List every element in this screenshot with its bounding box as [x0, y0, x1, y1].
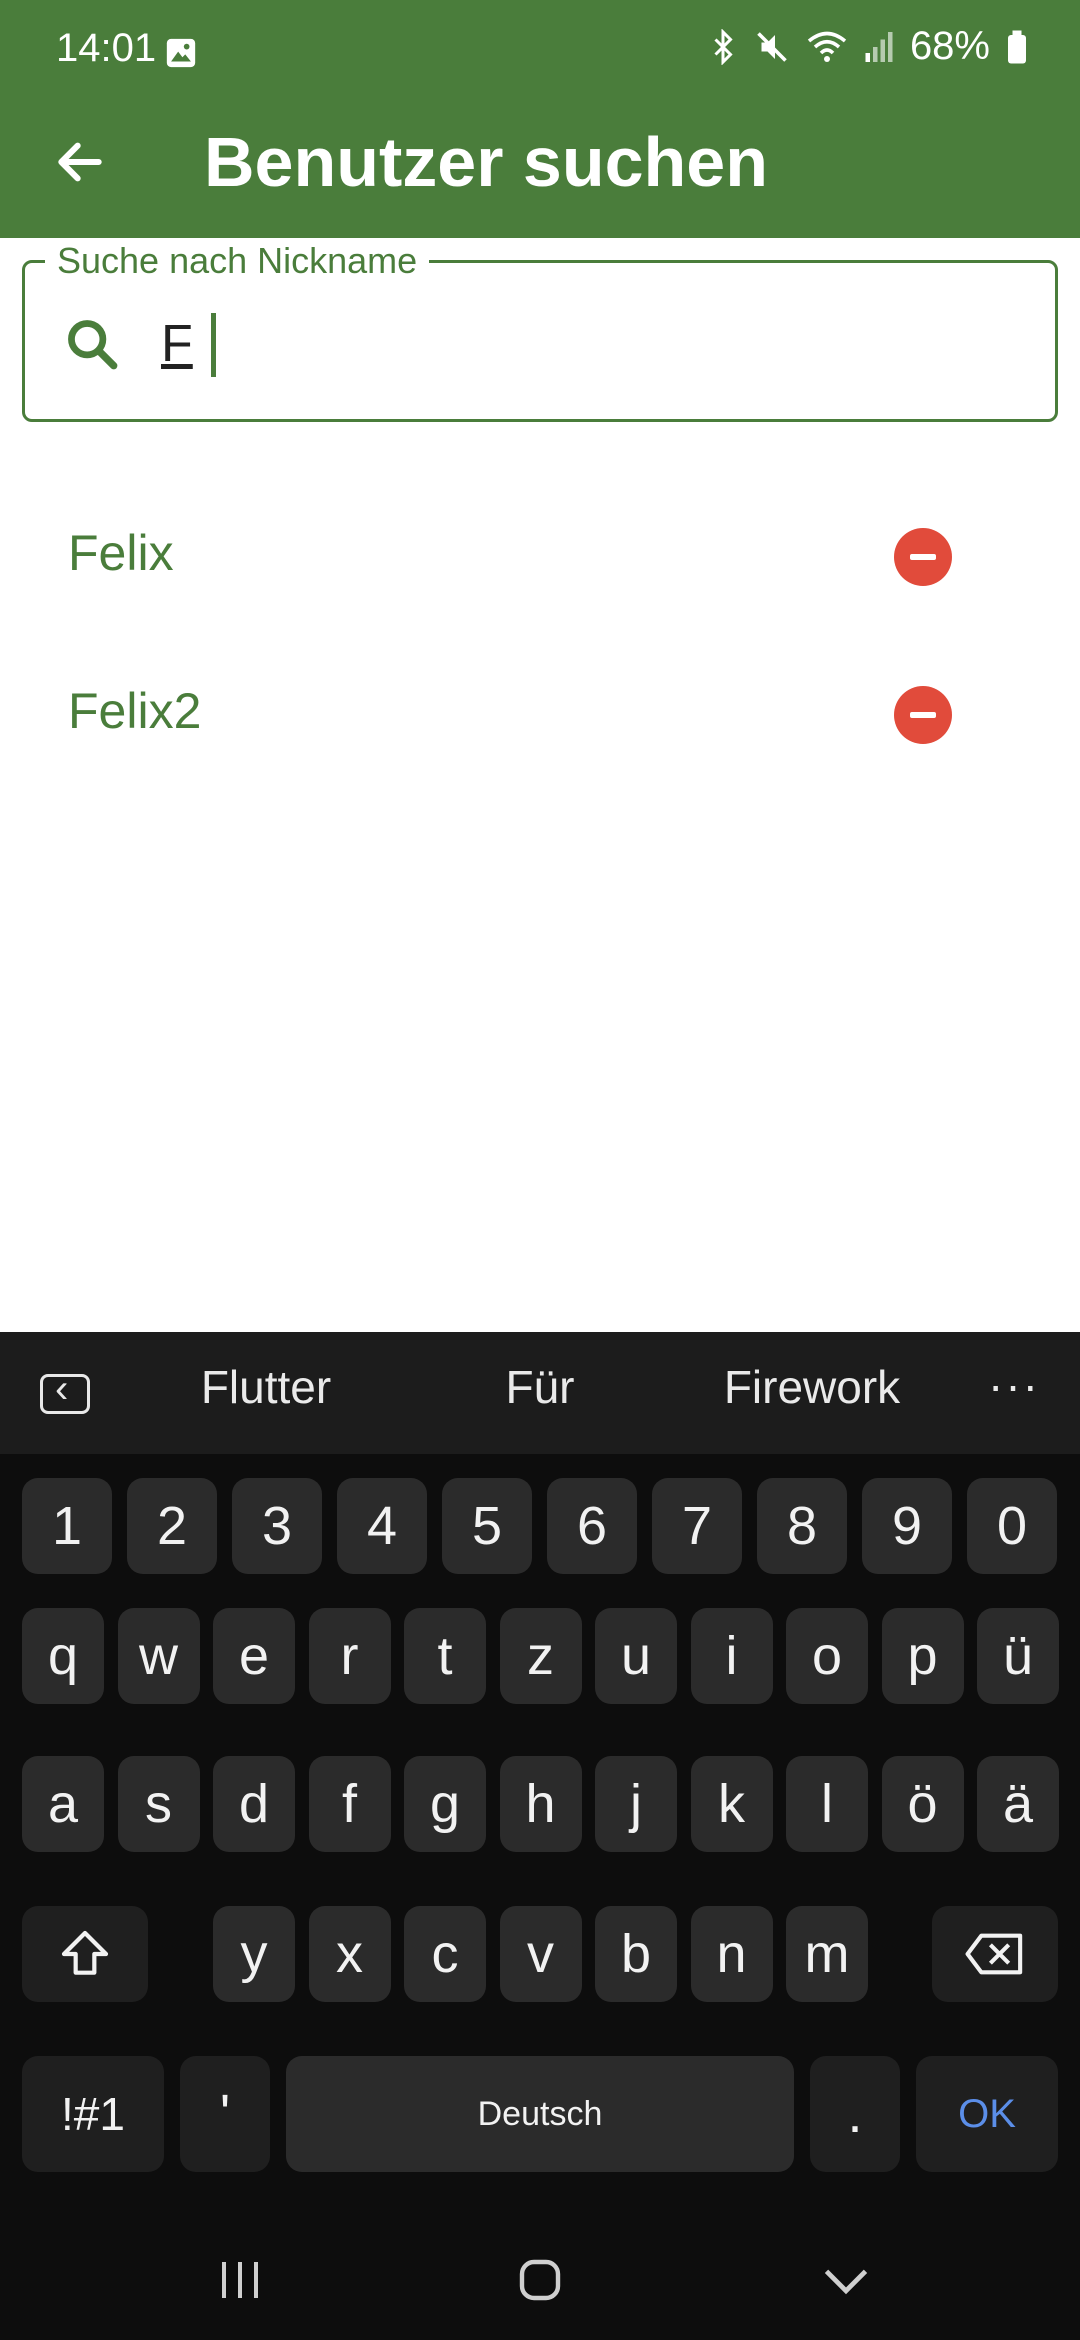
key-n[interactable]: n — [690, 1906, 773, 2002]
backspace-icon — [965, 1933, 1023, 1975]
key-s[interactable]: s — [117, 1756, 200, 1852]
key-i[interactable]: i — [690, 1608, 773, 1704]
status-bar: 14:01 68% — [0, 0, 1080, 104]
key-z[interactable]: z — [499, 1608, 582, 1704]
key-o[interactable]: o — [786, 1608, 868, 1704]
user-nickname: Felix2 — [68, 683, 202, 739]
key-3[interactable]: 3 — [232, 1478, 322, 1574]
wifi-icon — [807, 31, 847, 62]
battery-icon — [1008, 30, 1026, 63]
search-input[interactable] — [161, 305, 1021, 383]
apostrophe-key[interactable]: ' — [180, 2056, 270, 2172]
suggestion-1[interactable]: Flutter — [136, 1360, 396, 1414]
key-u[interactable]: u — [595, 1608, 677, 1704]
status-time: 14:01 — [56, 26, 157, 70]
search-icon — [68, 320, 118, 370]
key-c[interactable]: c — [404, 1906, 486, 2002]
suggestion-2[interactable]: Für — [410, 1360, 670, 1414]
backspace-key[interactable] — [932, 1906, 1058, 2002]
mute-icon — [757, 31, 787, 62]
symbols-key[interactable]: !#1 — [22, 2056, 164, 2172]
remove-user-button[interactable] — [894, 528, 952, 586]
ok-key[interactable]: OK — [916, 2056, 1058, 2172]
user-nickname: Felix — [68, 525, 174, 581]
list-item[interactable]: Felix2 — [0, 656, 1080, 776]
bluetooth-icon — [714, 28, 733, 65]
key-5[interactable]: 5 — [442, 1478, 532, 1574]
key-r[interactable]: r — [308, 1608, 391, 1704]
suggestion-bar: Flutter Für Firework ··· — [0, 1332, 1080, 1454]
key-ä[interactable]: ä — [977, 1756, 1059, 1852]
key-q[interactable]: q — [22, 1608, 104, 1704]
back-button[interactable] — [44, 126, 116, 198]
hide-keyboard-button[interactable] — [806, 2250, 886, 2310]
battery-level: 68% — [909, 24, 990, 68]
key-w[interactable]: w — [117, 1608, 200, 1704]
shift-icon — [61, 1930, 109, 1975]
remove-user-button[interactable] — [894, 686, 952, 744]
key-v[interactable]: v — [499, 1906, 582, 2002]
key-4[interactable]: 4 — [337, 1478, 427, 1574]
key-9[interactable]: 9 — [862, 1478, 952, 1574]
key-f[interactable]: f — [308, 1756, 391, 1852]
text-caret — [211, 313, 216, 377]
key-d[interactable]: d — [213, 1756, 295, 1852]
key-k[interactable]: k — [690, 1756, 773, 1852]
key-t[interactable]: t — [404, 1608, 486, 1704]
more-options-icon[interactable]: ··· — [988, 1358, 1040, 1412]
search-label: Suche nach Nickname — [45, 239, 430, 283]
key-y[interactable]: y — [213, 1906, 295, 2002]
key-g[interactable]: g — [404, 1756, 486, 1852]
page-title: Benutzer suchen — [204, 123, 768, 201]
period-key[interactable]: . — [810, 2056, 900, 2172]
navigation-bar — [0, 2220, 1080, 2340]
app-bar: Benutzer suchen — [0, 104, 1080, 238]
keyboard-collapse-icon[interactable] — [40, 1367, 90, 1414]
arrow-back-icon — [58, 142, 102, 182]
key-0[interactable]: 0 — [967, 1478, 1057, 1574]
list-item[interactable]: Felix — [0, 498, 1080, 618]
key-l[interactable]: l — [786, 1756, 868, 1852]
recent-apps-icon — [222, 2262, 258, 2298]
key-p[interactable]: p — [881, 1608, 964, 1704]
key-h[interactable]: h — [499, 1756, 582, 1852]
key-e[interactable]: e — [213, 1608, 295, 1704]
image-notification-icon — [166, 38, 196, 68]
space-key[interactable]: Deutsch — [286, 2056, 794, 2172]
key-1[interactable]: 1 — [22, 1478, 112, 1574]
key-7[interactable]: 7 — [652, 1478, 742, 1574]
key-8[interactable]: 8 — [757, 1478, 847, 1574]
chevron-down-icon — [824, 2269, 868, 2295]
key-ü[interactable]: ü — [977, 1608, 1059, 1704]
home-icon — [519, 2259, 561, 2301]
key-6[interactable]: 6 — [547, 1478, 637, 1574]
key-b[interactable]: b — [595, 1906, 677, 2002]
search-field[interactable]: Suche nach Nickname — [22, 239, 1058, 422]
soft-keyboard: Flutter Für Firework ··· 1234567890 qwert… — [0, 1332, 1080, 2340]
recent-apps-button[interactable] — [200, 2250, 280, 2310]
signal-icon — [865, 31, 893, 62]
shift-key[interactable] — [22, 1906, 148, 2002]
suggestion-3[interactable]: Firework — [682, 1360, 942, 1414]
key-m[interactable]: m — [786, 1906, 868, 2002]
key-ö[interactable]: ö — [881, 1756, 964, 1852]
key-2[interactable]: 2 — [127, 1478, 217, 1574]
key-j[interactable]: j — [595, 1756, 677, 1852]
home-button[interactable] — [500, 2250, 580, 2310]
key-x[interactable]: x — [308, 1906, 391, 2002]
status-icons: 68% — [708, 24, 1028, 69]
key-a[interactable]: a — [22, 1756, 104, 1852]
